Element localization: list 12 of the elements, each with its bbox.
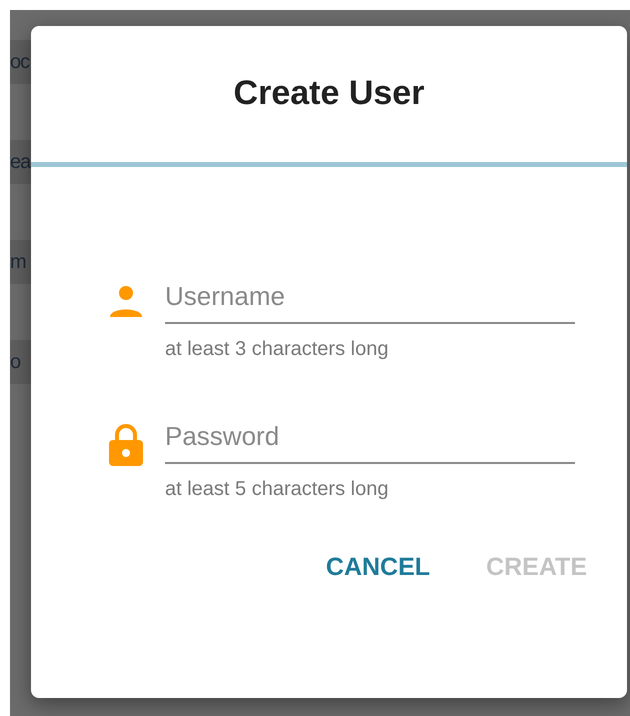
dialog-title: Create User	[232, 73, 426, 114]
list-item-text: m	[10, 250, 26, 274]
password-field[interactable]: Password	[165, 417, 575, 464]
list-item-text: oc	[10, 50, 30, 74]
dialog-button[interactable]: CANCEL	[322, 545, 434, 590]
lock-icon	[108, 423, 144, 467]
list-item-text: o	[10, 350, 20, 374]
field-hint: at least 3 characters long	[165, 338, 390, 361]
field-hint: at least 5 characters long	[165, 478, 390, 501]
list-item-text: ea	[10, 150, 30, 174]
username-field[interactable]: Username	[165, 277, 575, 324]
person-icon	[108, 283, 144, 319]
